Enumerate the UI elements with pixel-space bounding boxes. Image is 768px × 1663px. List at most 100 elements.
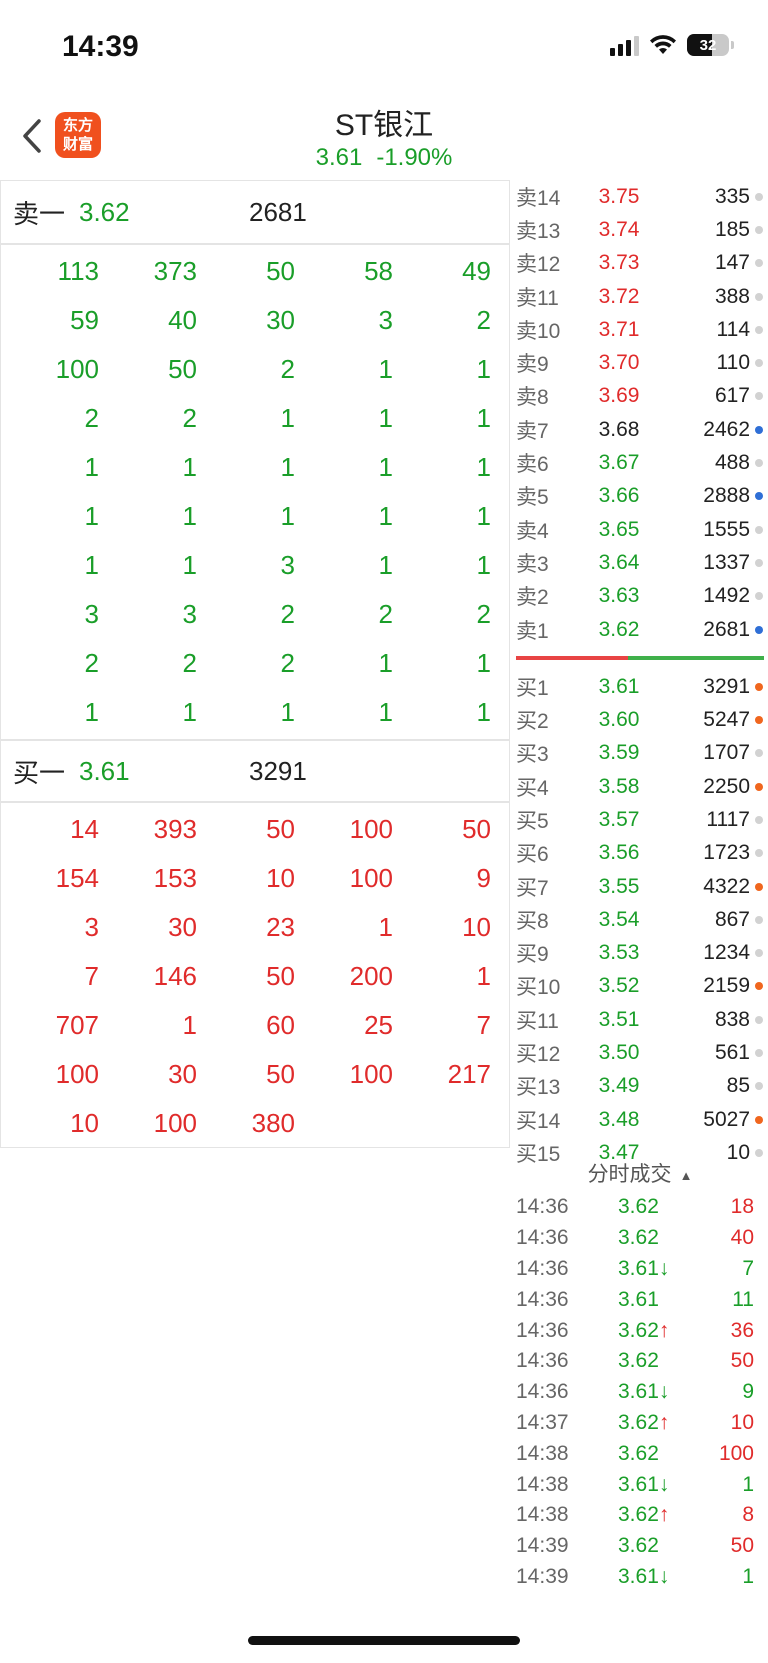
tick-price-value: 3.62: [618, 1503, 659, 1527]
order-book-row[interactable]: 卖14 3.75 335: [512, 180, 768, 213]
level-dot-icon: [755, 982, 763, 991]
sell-queue-cell: 1: [182, 452, 197, 482]
order-book-row[interactable]: 卖12 3.73 147: [512, 247, 768, 280]
order-book-row[interactable]: 买4 3.58 2250: [512, 770, 768, 803]
level-dot-icon: [755, 525, 763, 534]
buy-queue-row: 14 393 50 100 50: [1, 805, 509, 854]
order-book-row[interactable]: 卖3 3.64 1337: [512, 546, 768, 579]
level-price: 3.55: [598, 874, 640, 898]
order-book-row[interactable]: 卖11 3.72 388: [512, 280, 768, 313]
tick-arrow-icon: ↓: [658, 1256, 670, 1280]
order-book-row[interactable]: 卖1 3.62 2681: [512, 613, 768, 646]
level-dot-icon: [755, 882, 763, 891]
tick-price: 3.61↓: [616, 1380, 698, 1404]
order-book-row[interactable]: 买13 3.49 85: [512, 1070, 768, 1103]
level-price: 3.61: [598, 674, 640, 698]
buy-queue-cell: 200: [349, 961, 393, 991]
order-book-row[interactable]: 卖6 3.67 488: [512, 446, 768, 479]
order-book-row[interactable]: 买12 3.50 561: [512, 1036, 768, 1069]
tick-price-value: 3.62: [618, 1410, 659, 1434]
buy-queue-cell: 100: [55, 1059, 99, 1089]
level-label: 卖13: [516, 219, 561, 243]
buy-queue-cell: 1: [182, 1010, 197, 1040]
level-dot-icon: [755, 425, 763, 434]
sell-queue-cell: 2: [476, 305, 491, 335]
sell-queue-cell: 40: [168, 305, 197, 335]
buy-queue-cell: 100: [153, 1108, 197, 1138]
level-price: 3.68: [598, 417, 640, 441]
sell-queue-row: 59 40 30 3 2: [1, 296, 509, 345]
level-label: 买9: [516, 943, 549, 967]
level-dot-icon: [755, 749, 763, 758]
level-price: 3.62: [598, 617, 640, 641]
buy-queue-cell: 7: [84, 961, 99, 991]
level-dot-icon: [755, 259, 763, 268]
sell-queue-row: 1 1 1 1 1: [1, 688, 509, 737]
level-label: 买5: [516, 809, 549, 833]
tick-time: 14:38: [516, 1441, 569, 1465]
level-label: 买13: [516, 1076, 561, 1100]
order-book-row[interactable]: 买1 3.61 3291: [512, 670, 768, 703]
level-label: 买6: [516, 843, 549, 867]
level-dot-icon: [755, 359, 763, 368]
order-book-row[interactable]: 卖13 3.74 185: [512, 213, 768, 246]
buy-queue-cell: 217: [447, 1059, 491, 1089]
order-queue-panel: 卖一 3.62 2681 113 373 50 58 49 59 40 30 3 2 100 50 2 1…: [0, 180, 510, 1148]
ticks-header[interactable]: 分时成交 ▲: [512, 1158, 768, 1190]
level-dot-icon: [755, 949, 763, 958]
sell-queue-cell: 1: [84, 550, 99, 580]
order-book-row[interactable]: 买8 3.54 867: [512, 903, 768, 936]
sell-queue-cell: 1: [280, 501, 295, 531]
order-book-row[interactable]: 买14 3.48 5027: [512, 1103, 768, 1136]
back-button[interactable]: [14, 116, 50, 156]
order-book-row[interactable]: 买9 3.53 1234: [512, 937, 768, 970]
order-book-row[interactable]: 买6 3.56 1723: [512, 837, 768, 870]
tick-arrow-icon: ↑: [658, 1410, 670, 1434]
sell-queue-row: 3 3 2 2 2: [1, 590, 509, 639]
level-volume: 85: [726, 1074, 750, 1098]
order-book-row[interactable]: 卖7 3.68 2462: [512, 413, 768, 446]
sell-queue-cell: 1: [182, 501, 197, 531]
level-dot-icon: [755, 392, 763, 401]
level-volume: 1117: [706, 807, 750, 831]
tick-volume: 1: [742, 1472, 754, 1496]
level-dot-icon: [755, 782, 763, 791]
app-logo[interactable]: 东方 财富: [55, 112, 101, 158]
home-indicator[interactable]: [248, 1636, 520, 1645]
level-label: 买14: [516, 1109, 561, 1133]
order-book-row[interactable]: 买3 3.59 1707: [512, 737, 768, 770]
level-dot-icon: [755, 1115, 763, 1124]
tick-price: 3.61↓: [616, 1565, 698, 1589]
sell-queue-row: 100 50 2 1 1: [1, 345, 509, 394]
order-book-row[interactable]: 卖10 3.71 114: [512, 313, 768, 346]
order-book-row[interactable]: 卖5 3.66 2888: [512, 480, 768, 513]
order-book-row[interactable]: 卖2 3.63 1492: [512, 580, 768, 613]
sell-queue-row: 113 373 50 58 49: [1, 247, 509, 296]
sell-queue-row: 1 1 1 1 1: [1, 443, 509, 492]
level-label: 买10: [516, 976, 561, 1000]
sell-best-label: 卖一: [13, 198, 66, 229]
buy-queue: 14 393 50 100 50 154 153 10 100 9 3 30 23 1 10 7 146 50 20…: [1, 803, 509, 1148]
buy-queue-cell: 146: [153, 961, 197, 991]
level-price: 3.56: [598, 841, 640, 865]
sell-queue-cell: 50: [266, 256, 295, 286]
order-book-row[interactable]: 买11 3.51 838: [512, 1003, 768, 1036]
level-label: 买7: [516, 876, 549, 900]
tick-arrow-icon: ↑: [658, 1503, 670, 1527]
level-label: 卖10: [516, 319, 561, 343]
buy-queue-cell: 1: [378, 912, 393, 942]
tick-price: 3.62: [616, 1226, 698, 1250]
order-book-row[interactable]: 卖8 3.69 617: [512, 380, 768, 413]
sell-queue-cell: 2: [280, 599, 295, 629]
order-book-row[interactable]: 买10 3.52 2159: [512, 970, 768, 1003]
level-dot-icon: [755, 815, 763, 824]
level-price: 3.50: [598, 1041, 640, 1065]
order-book-row[interactable]: 卖9 3.70 110: [512, 346, 768, 379]
order-book-row[interactable]: 卖4 3.65 1555: [512, 513, 768, 546]
order-book-row[interactable]: 买7 3.55 4322: [512, 870, 768, 903]
order-book-row[interactable]: 买2 3.60 5247: [512, 703, 768, 736]
tick-price: 3.62: [616, 1195, 698, 1219]
level-price: 3.74: [598, 217, 640, 241]
order-book-row[interactable]: 买5 3.57 1117: [512, 803, 768, 836]
logo-line-1: 东方: [62, 117, 93, 134]
